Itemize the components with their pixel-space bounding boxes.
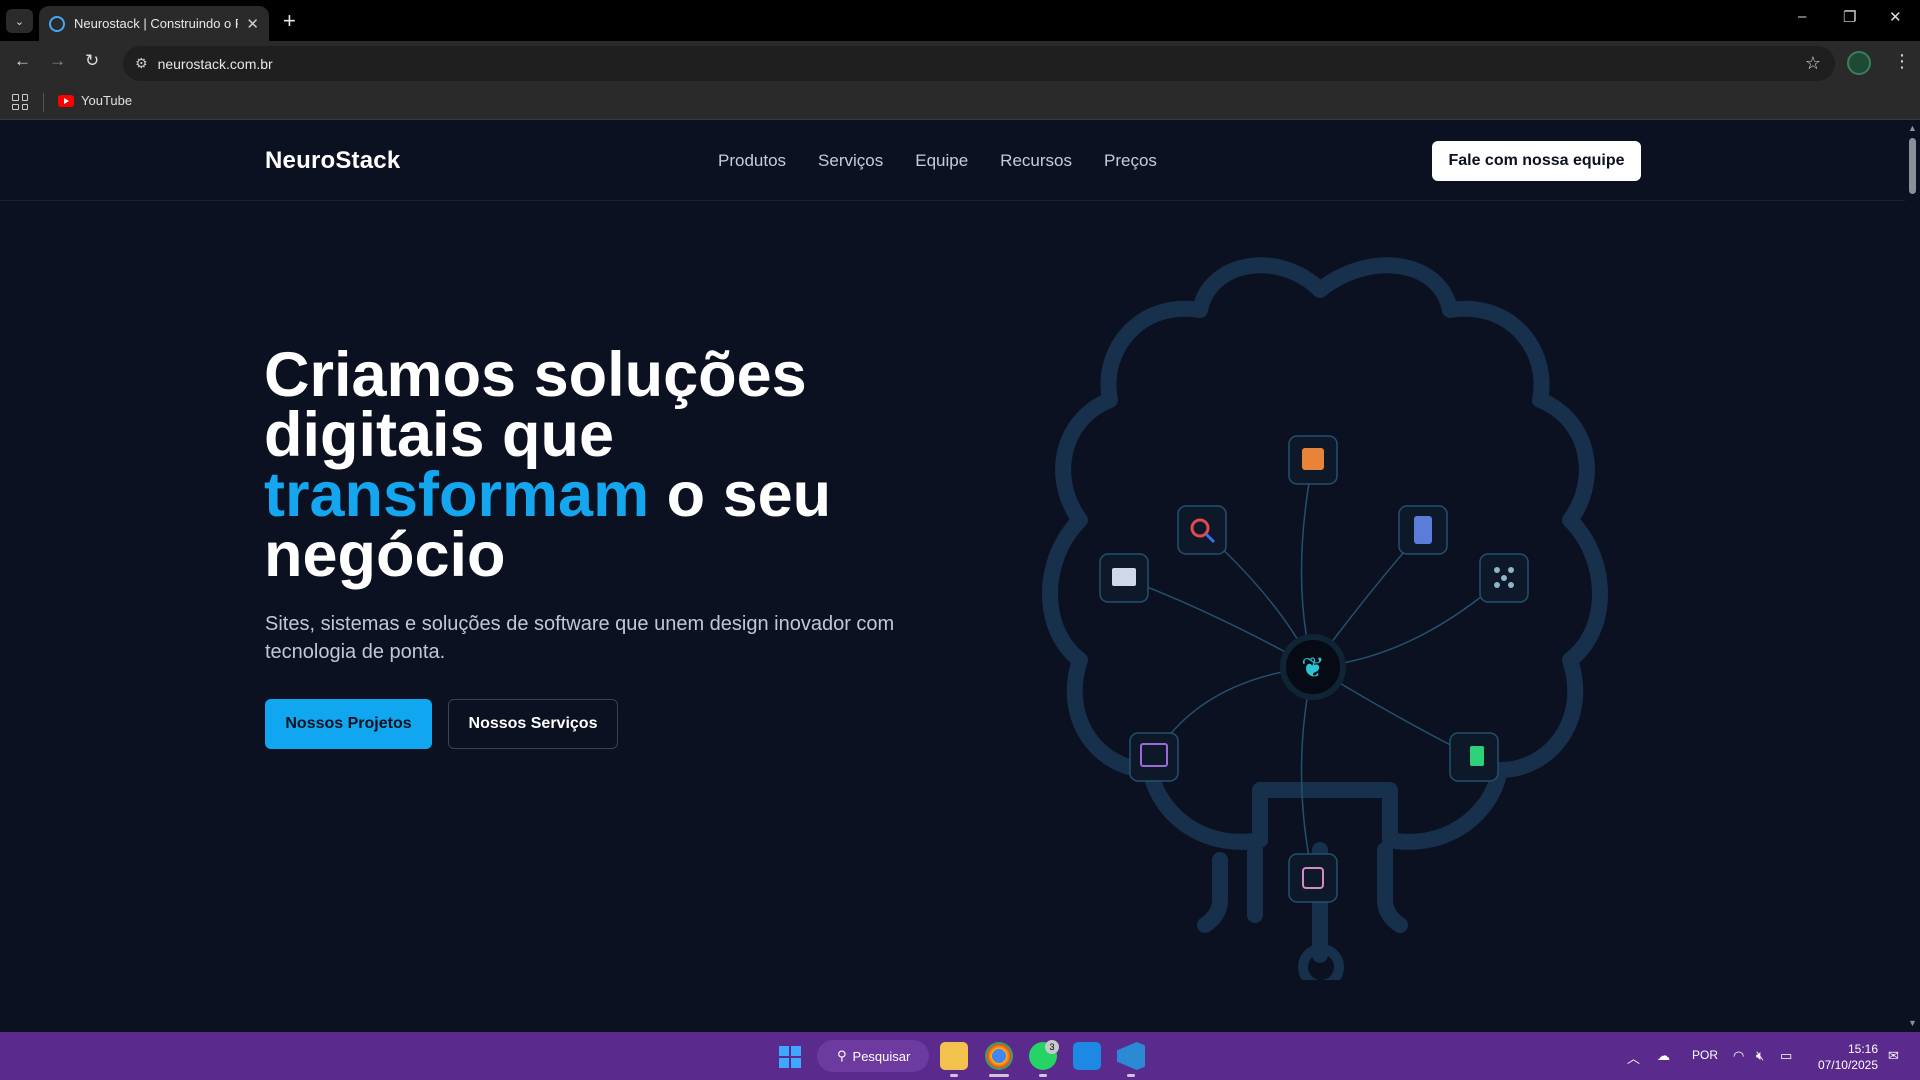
search-icon: ⚲: [837, 1048, 847, 1063]
projects-button[interactable]: Nossos Projetos: [265, 699, 432, 749]
node-chip[interactable]: [1288, 853, 1338, 903]
browser-menu-icon[interactable]: ⋮: [1893, 51, 1911, 72]
taskbar-search[interactable]: ⚲ Pesquisar: [817, 1040, 929, 1072]
services-button[interactable]: Nossos Serviços: [448, 699, 618, 749]
vscode-icon[interactable]: [1117, 1042, 1145, 1070]
bookmarks-divider: [43, 93, 44, 112]
chrome-indicator: [989, 1074, 1009, 1077]
site-favicon-icon: [49, 15, 65, 32]
brain-outline: [1042, 257, 1608, 963]
bookmark-star-icon[interactable]: ☆: [1805, 53, 1821, 74]
tab-list-button[interactable]: ⌄: [6, 9, 33, 33]
scroll-up-arrow-icon[interactable]: ▲: [1908, 123, 1917, 133]
file-explorer-icon[interactable]: [940, 1042, 968, 1070]
brain-stem-node: [1298, 944, 1344, 980]
profile-avatar[interactable]: [1847, 51, 1871, 75]
vscode-indicator: [1127, 1074, 1135, 1077]
reload-icon[interactable]: ↻: [85, 51, 99, 71]
node-store[interactable]: [1288, 435, 1338, 485]
scroll-down-arrow-icon[interactable]: ▼: [1908, 1018, 1917, 1028]
nav-recursos[interactable]: Recursos: [1000, 151, 1072, 171]
whatsapp-badge: 3: [1045, 1040, 1059, 1054]
back-icon[interactable]: ←: [14, 51, 31, 71]
bookmark-label: YouTube: [81, 93, 133, 108]
bookmarks-bar: YouTube: [0, 85, 1920, 120]
taskbar-clock[interactable]: 15:16 07/10/2025: [1808, 1041, 1878, 1073]
nav-servicos[interactable]: Serviços: [818, 151, 883, 171]
hero-title-line4: negócio: [264, 520, 506, 590]
forward-icon[interactable]: →: [49, 51, 66, 71]
node-marketing[interactable]: [1449, 732, 1499, 782]
nav-produtos[interactable]: Produtos: [718, 151, 786, 171]
scroll-thumb[interactable]: [1909, 138, 1916, 194]
url-text: neurostack.com.br: [157, 55, 273, 72]
wifi-icon[interactable]: ◠: [1733, 1048, 1744, 1064]
store-icon: [1302, 448, 1324, 470]
notification-icon[interactable]: ✉: [1888, 1048, 1899, 1064]
brain-illustration: ❦: [1042, 257, 1608, 980]
volume-muted-icon[interactable]: 🔇︎: [1756, 1048, 1764, 1064]
chrome-icon[interactable]: [985, 1042, 1013, 1070]
node-web-design[interactable]: [1129, 732, 1179, 782]
site-info-icon[interactable]: ⚙: [135, 55, 148, 72]
mobile-app-icon: [1414, 516, 1432, 544]
tray-overflow-icon[interactable]: ︿: [1627, 1048, 1640, 1067]
battery-icon[interactable]: ▭: [1780, 1048, 1792, 1064]
taskbar-search-label: Pesquisar: [852, 1048, 911, 1064]
minimize-button[interactable]: –: [1798, 8, 1806, 25]
youtube-icon: [58, 94, 74, 107]
apps-grid-icon[interactable]: [12, 94, 28, 110]
clock-time: 15:16: [1847, 1042, 1878, 1056]
new-tab-button[interactable]: +: [283, 8, 296, 34]
main-nav: Produtos Serviços Equipe Recursos Preços: [718, 151, 1157, 171]
close-tab-icon[interactable]: ✕: [246, 15, 259, 33]
nav-equipe[interactable]: Equipe: [915, 151, 968, 171]
site-header: NeuroStack Produtos Serviços Equipe Recu…: [0, 120, 1905, 201]
tab-title: Neurostack | Construindo o Futuro: [74, 16, 238, 31]
onedrive-icon[interactable]: ☁: [1657, 1048, 1670, 1064]
ai-brain-icon: ❦: [1301, 651, 1324, 684]
node-mobile-app[interactable]: [1398, 505, 1448, 555]
language-indicator[interactable]: POR: [1692, 1048, 1718, 1062]
browser-tab[interactable]: Neurostack | Construindo o Futuro ✕: [39, 6, 269, 41]
microsoft-store-icon[interactable]: [1073, 1042, 1101, 1070]
file-explorer-indicator: [950, 1074, 958, 1077]
team-meeting-icon: [1112, 568, 1136, 586]
page-scrollbar[interactable]: ▲ ▼: [1905, 120, 1920, 1032]
restore-button[interactable]: ❐: [1843, 8, 1856, 26]
hero-subtitle: Sites, sistemas e soluções de software q…: [265, 613, 895, 663]
node-search-analytics[interactable]: [1177, 505, 1227, 555]
node-team-meeting[interactable]: [1099, 553, 1149, 603]
browser-toolbar: ← → ↻ ⚙ neurostack.com.br ☆ ⋮: [0, 41, 1920, 85]
os-taskbar: ⚲ Pesquisar 3 ︿ ☁ POR ◠ 🔇︎ ▭ 15:16 07/10…: [0, 1032, 1920, 1080]
windows-start-icon[interactable]: [779, 1046, 801, 1068]
marketing-icon: [1470, 746, 1484, 766]
address-bar[interactable]: ⚙ neurostack.com.br ☆: [123, 46, 1835, 81]
hero-title-line3: o seu: [649, 460, 832, 530]
bookmark-youtube[interactable]: YouTube: [58, 93, 132, 108]
clock-date: 07/10/2025: [1817, 1058, 1878, 1072]
web-page: NeuroStack Produtos Serviços Equipe Recu…: [0, 120, 1905, 1032]
close-window-button[interactable]: ✕: [1889, 8, 1902, 26]
node-network[interactable]: [1479, 553, 1529, 603]
contact-team-button[interactable]: Fale com nossa equipe: [1432, 141, 1641, 181]
hero-title: Criamos soluções digitais que transforma…: [264, 344, 924, 587]
nav-precos[interactable]: Preços: [1104, 151, 1157, 171]
browser-tab-bar: ⌄ Neurostack | Construindo o Futuro ✕ + …: [0, 0, 1920, 41]
site-logo[interactable]: NeuroStack: [265, 147, 400, 175]
whatsapp-indicator: [1039, 1074, 1047, 1077]
